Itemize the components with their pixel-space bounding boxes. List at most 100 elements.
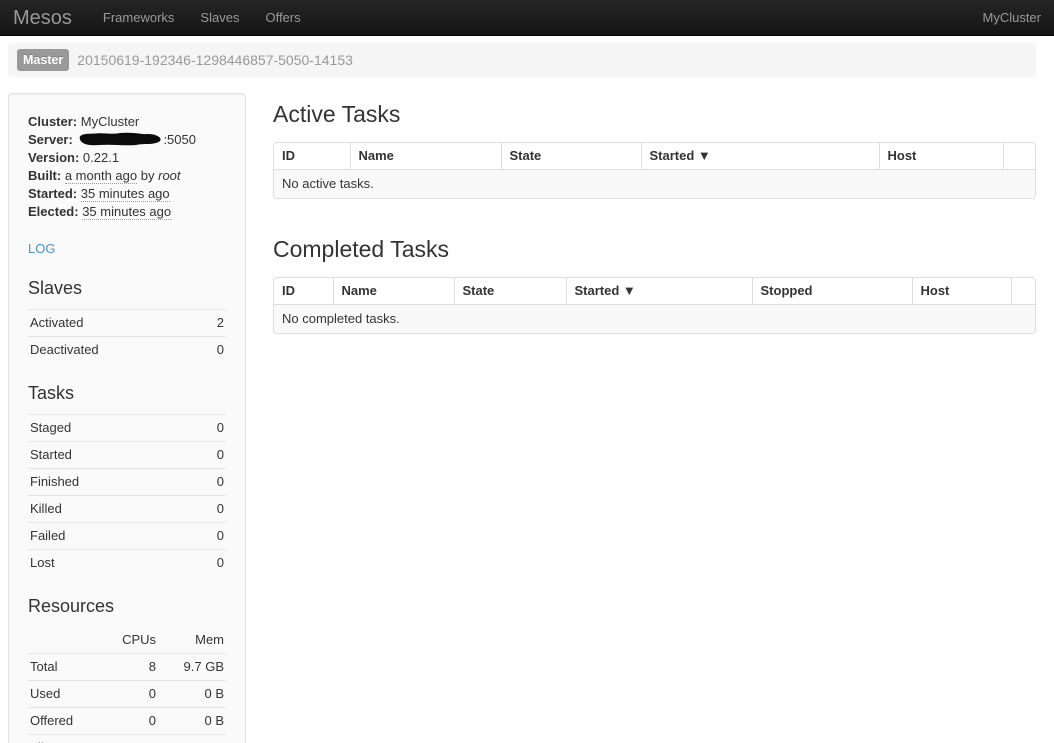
resources-table: CPUs Mem Total 8 9.7 GB Used 0 0 B Offer… [28,627,226,743]
brand-mesos[interactable]: Mesos [13,9,72,27]
version-line: Version: 0.22.1 [28,149,226,167]
nav-item-slaves[interactable]: Slaves [187,0,252,36]
completed-tasks-section: Completed Tasks ID Name State Started ▼ … [273,235,1036,334]
stat-label: Offered [28,708,100,735]
stat-cpus: 0 [100,681,158,708]
stat-value: 0 [199,337,226,364]
stat-mem: 0 B [158,681,226,708]
stat-label: Started [28,442,191,469]
stat-value: 0 [191,415,226,442]
completed-tasks-table: ID Name State Started ▼ Stopped Host No … [273,277,1036,334]
server-redaction-scribble [76,132,163,146]
version-value: 0.22.1 [83,150,119,165]
table-row: Offered 0 0 B [28,708,226,735]
table-row: Deactivated 0 [28,337,226,364]
master-id: 20150619-192346-1298446857-5050-14153 [77,51,353,69]
tasks-heading: Tasks [28,380,226,407]
stat-cpus: 0 [100,708,158,735]
table-row: CPUs Mem [28,627,226,654]
stat-value: 0 [191,442,226,469]
page-content: Cluster: MyCluster Server: :5050 Version… [0,77,1054,743]
stat-mem: 9.7 GB [158,654,226,681]
started-label: Started: [28,186,77,201]
navbar-cluster-name: MyCluster [982,9,1041,27]
table-row: Staged 0 [28,415,226,442]
sidebar-panel: Cluster: MyCluster Server: :5050 Version… [8,93,246,743]
built-by: by [141,168,155,183]
column-header-stopped[interactable]: Stopped [752,278,912,305]
column-header-host[interactable]: Host [879,143,1003,170]
cluster-label: Cluster: [28,114,77,129]
built-ago: a month ago [65,168,137,184]
elected-label: Elected: [28,204,79,219]
stat-label: Deactivated [28,337,199,364]
nav-item-offers[interactable]: Offers [252,0,313,36]
stat-label: Total [28,654,100,681]
server-port: :5050 [163,132,196,147]
column-header-id[interactable]: ID [274,143,350,170]
tasks-table: Staged 0 Started 0 Finished 0 Killed 0 F… [28,414,226,576]
started-ago: 35 minutes ago [81,186,170,202]
stat-value: 2 [199,310,226,337]
stat-cpus: 8 [100,735,158,743]
server-line: Server: :5050 [28,131,226,149]
active-tasks-section: Active Tasks ID Name State Started ▼ Hos… [273,100,1036,199]
empty-state-row: No active tasks. [274,170,1035,199]
resources-col-cpus: CPUs [100,627,158,654]
column-header-state[interactable]: State [454,278,566,305]
column-header-name[interactable]: Name [350,143,501,170]
stat-label: Staged [28,415,191,442]
stat-label: Failed [28,523,191,550]
resources-col-blank [28,627,100,654]
elected-line: Elected: 35 minutes ago [28,203,226,221]
table-row: Activated 2 [28,310,226,337]
table-header-row: ID Name State Started ▼ Stopped Host [274,278,1035,305]
table-row: Killed 0 [28,496,226,523]
empty-message: No active tasks. [274,170,1035,199]
empty-state-row: No completed tasks. [274,305,1035,334]
table-row: Idle 8 9.7 GB [28,735,226,743]
built-user: root [158,168,180,183]
stat-label: Finished [28,469,191,496]
stat-label: Lost [28,550,191,577]
stat-cpus: 8 [100,654,158,681]
stat-value: 0 [191,550,226,577]
column-header-id[interactable]: ID [274,278,333,305]
active-tasks-title: Active Tasks [273,100,1036,128]
table-row: Failed 0 [28,523,226,550]
table-row: Started 0 [28,442,226,469]
table-row: Finished 0 [28,469,226,496]
main-content: Active Tasks ID Name State Started ▼ Hos… [273,93,1036,334]
table-row: Used 0 0 B [28,681,226,708]
server-label: Server: [28,132,73,147]
started-line: Started: 35 minutes ago [28,185,226,203]
completed-tasks-title: Completed Tasks [273,235,1036,263]
column-header-state[interactable]: State [501,143,641,170]
stat-value: 0 [191,523,226,550]
elected-ago: 35 minutes ago [82,204,171,220]
empty-message: No completed tasks. [274,305,1035,334]
navbar: Mesos Frameworks Slaves Offers MyCluster [0,0,1054,36]
column-header-started-sorted[interactable]: Started ▼ [566,278,752,305]
column-header-blank [1003,143,1035,170]
table-row: Total 8 9.7 GB [28,654,226,681]
built-line: Built: a month ago by root [28,167,226,185]
column-header-started-sorted[interactable]: Started ▼ [641,143,879,170]
stat-mem: 9.7 GB [158,735,226,743]
resources-col-mem: Mem [158,627,226,654]
cluster-line: Cluster: MyCluster [28,113,226,131]
stat-value: 0 [191,496,226,523]
stat-label: Killed [28,496,191,523]
resources-heading: Resources [28,593,226,620]
nav-item-frameworks[interactable]: Frameworks [90,0,188,36]
slaves-table: Activated 2 Deactivated 0 [28,309,226,363]
built-label: Built: [28,168,61,183]
column-header-host[interactable]: Host [912,278,1011,305]
breadcrumb: Master 20150619-192346-1298446857-5050-1… [8,43,1036,77]
column-header-name[interactable]: Name [333,278,454,305]
stat-mem: 0 B [158,708,226,735]
master-badge: Master [17,49,69,71]
stat-label: Idle [28,735,100,743]
stat-value: 0 [191,469,226,496]
log-link[interactable]: LOG [28,240,55,258]
